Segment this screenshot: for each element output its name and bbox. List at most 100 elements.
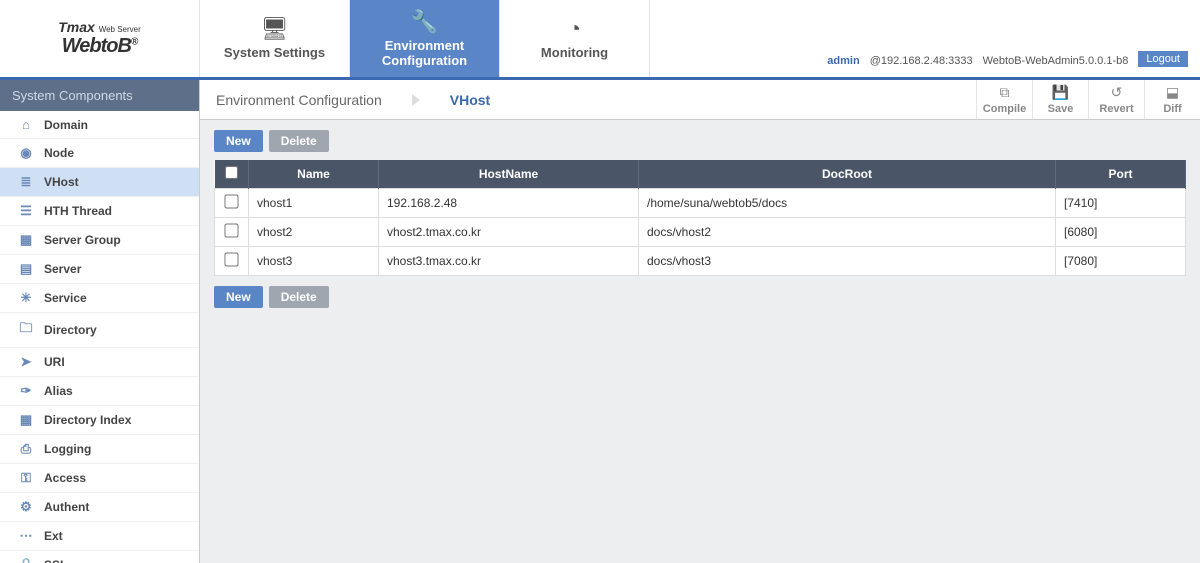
top-nav: 🖥 System Settings 🔧 Environment Configur… [200,0,650,77]
table-header-row: Name HostName DocRoot Port [215,160,1186,189]
uri-icon: ➤ [18,354,34,370]
wrench-icon: 🔧 [411,9,438,35]
sidebar-item-label: HTH Thread [44,204,112,218]
sidebar-item-label: Server Group [44,233,121,247]
hth-thread-icon: ☰ [18,203,34,219]
sidebar-item-label: Logging [44,442,91,456]
revert-button[interactable]: ↺ Revert [1088,80,1144,119]
new-button[interactable]: New [214,130,263,152]
sidebar-item-ext[interactable]: ⋯Ext [0,522,199,551]
header-right: admin @192.168.2.48:3333 WebtoB-WebAdmin… [650,0,1200,77]
header: Tmax Web Server WebtoB® 🖥 System Setting… [0,0,1200,80]
row-select-cell [215,247,249,276]
sidebar-item-directory-index[interactable]: ▦ Directory Index [0,406,199,435]
sidebar-item-label: Directory Index [44,413,131,427]
col-hostname: HostName [379,160,639,189]
tool-label: Save [1048,103,1074,115]
new-button[interactable]: New [214,286,263,308]
diff-icon: ⬓ [1166,84,1179,101]
sidebar: System Components ⌂Domain ◉ Node ≣ VHost ☰ HTH… [0,80,200,563]
sidebar-item-label: Access [44,471,86,485]
breadcrumb: Environment Configuration VHost [200,80,490,119]
delete-button[interactable]: Delete [269,130,329,152]
cell-name: vhost2 [249,218,379,247]
sidebar-item-uri[interactable]: ➤URI [0,348,199,377]
nav-system-settings[interactable]: 🖥 System Settings [200,0,350,77]
tool-label: Diff [1163,103,1181,115]
cell-docroot: docs/vhost3 [639,247,1056,276]
sidebar-item-label: Authent [44,500,89,514]
button-row-bottom: New Delete [214,286,1186,308]
sidebar-item-logging[interactable]: ⎙ Logging [0,435,199,464]
sidebar-list: ⌂Domain ◉ Node ≣ VHost ☰ HTH Thread ▦ Server Gro… [0,111,199,563]
directory-index-icon: ▦ [18,412,34,428]
tool-label: Revert [1099,103,1133,115]
server-icon: ▤ [18,261,34,277]
service-icon: ✳ [18,290,34,306]
cell-port: [7410] [1056,189,1186,218]
authent-icon: ⚙ [18,499,34,515]
sidebar-item-label: VHost [44,175,79,189]
save-icon: 💾 [1052,84,1069,101]
delete-button[interactable]: Delete [269,286,329,308]
logout-button[interactable]: Logout [1138,51,1188,67]
sidebar-item-hth-thread[interactable]: ☰ HTH Thread [0,197,199,226]
sidebar-item-label: Alias [44,384,73,398]
ext-icon: ⋯ [18,528,34,544]
row-checkbox[interactable] [224,252,238,266]
logo-product: WebtoB [62,35,131,57]
nav-environment-config[interactable]: 🔧 Environment Configuration [350,0,500,77]
sidebar-title: System Components [0,80,199,111]
sidebar-item-node[interactable]: ◉ Node [0,139,199,168]
sidebar-item-alias[interactable]: ✑ Alias [0,377,199,406]
toolbar: Environment Configuration VHost ⧉ Compil… [200,80,1200,120]
sidebar-item-label: Domain [44,118,88,132]
sidebar-item-vhost[interactable]: ≣ VHost [0,168,199,197]
cell-docroot: docs/vhost2 [639,218,1056,247]
row-select-cell [215,218,249,247]
sidebar-item-label: Node [44,146,74,160]
nav-label: System Settings [224,46,325,60]
sidebar-item-server-group[interactable]: ▦ Server Group [0,226,199,255]
sidebar-item-label: Service [44,291,87,305]
row-checkbox[interactable] [224,223,238,237]
nav-monitoring[interactable]: ◔ Monitoring [500,0,650,77]
table-row[interactable]: vhost1192.168.2.48/home/suna/webtob5/doc… [215,189,1186,218]
logo-subtitle: Web Server [99,25,141,34]
select-all-checkbox[interactable] [225,166,238,179]
nav-label: Environment Configuration [382,39,467,68]
node-icon: ◉ [18,145,34,161]
row-checkbox[interactable] [224,194,238,208]
sidebar-item-domain[interactable]: ⌂Domain [0,111,199,139]
sidebar-item-access[interactable]: ⚿ Access [0,464,199,493]
diff-button[interactable]: ⬓ Diff [1144,80,1200,119]
cell-hostname: vhost2.tmax.co.kr [379,218,639,247]
table-row[interactable]: vhost2vhost2.tmax.co.krdocs/vhost2[6080] [215,218,1186,247]
sidebar-item-authent[interactable]: ⚙ Authent [0,493,199,522]
button-row-top: New Delete [214,130,1186,152]
sidebar-item-server[interactable]: ▤Server [0,255,199,284]
table-row[interactable]: vhost3vhost3.tmax.co.krdocs/vhost3[7080] [215,247,1186,276]
server-group-icon: ▦ [18,232,34,248]
version-label: WebtoB-WebAdmin5.0.0.1-b8 [983,55,1129,67]
nav-label: Monitoring [541,46,608,60]
logging-icon: ⎙ [18,441,34,457]
sidebar-item-directory[interactable]: 🗀Directory [0,313,199,348]
current-host: @192.168.2.48:3333 [870,55,973,67]
breadcrumb-parent: Environment Configuration [216,92,382,108]
logo-brand: Tmax [58,19,95,35]
sidebar-item-service[interactable]: ✳ Service [0,284,199,313]
current-user: admin [827,55,859,67]
vhost-icon: ≣ [18,174,34,190]
cell-port: [6080] [1056,218,1186,247]
compile-button[interactable]: ⧉ Compile [976,80,1032,119]
row-select-cell [215,189,249,218]
access-icon: ⚿ [18,470,34,486]
sidebar-item-label: SSL [44,558,67,563]
logo: Tmax Web Server WebtoB® [0,0,200,77]
layers-icon: ⧉ [1000,84,1010,101]
sidebar-item-label: Directory [44,323,97,337]
sidebar-item-ssl[interactable]: 🔒SSL [0,551,199,563]
save-button[interactable]: 💾 Save [1032,80,1088,119]
alias-icon: ✑ [18,383,34,399]
